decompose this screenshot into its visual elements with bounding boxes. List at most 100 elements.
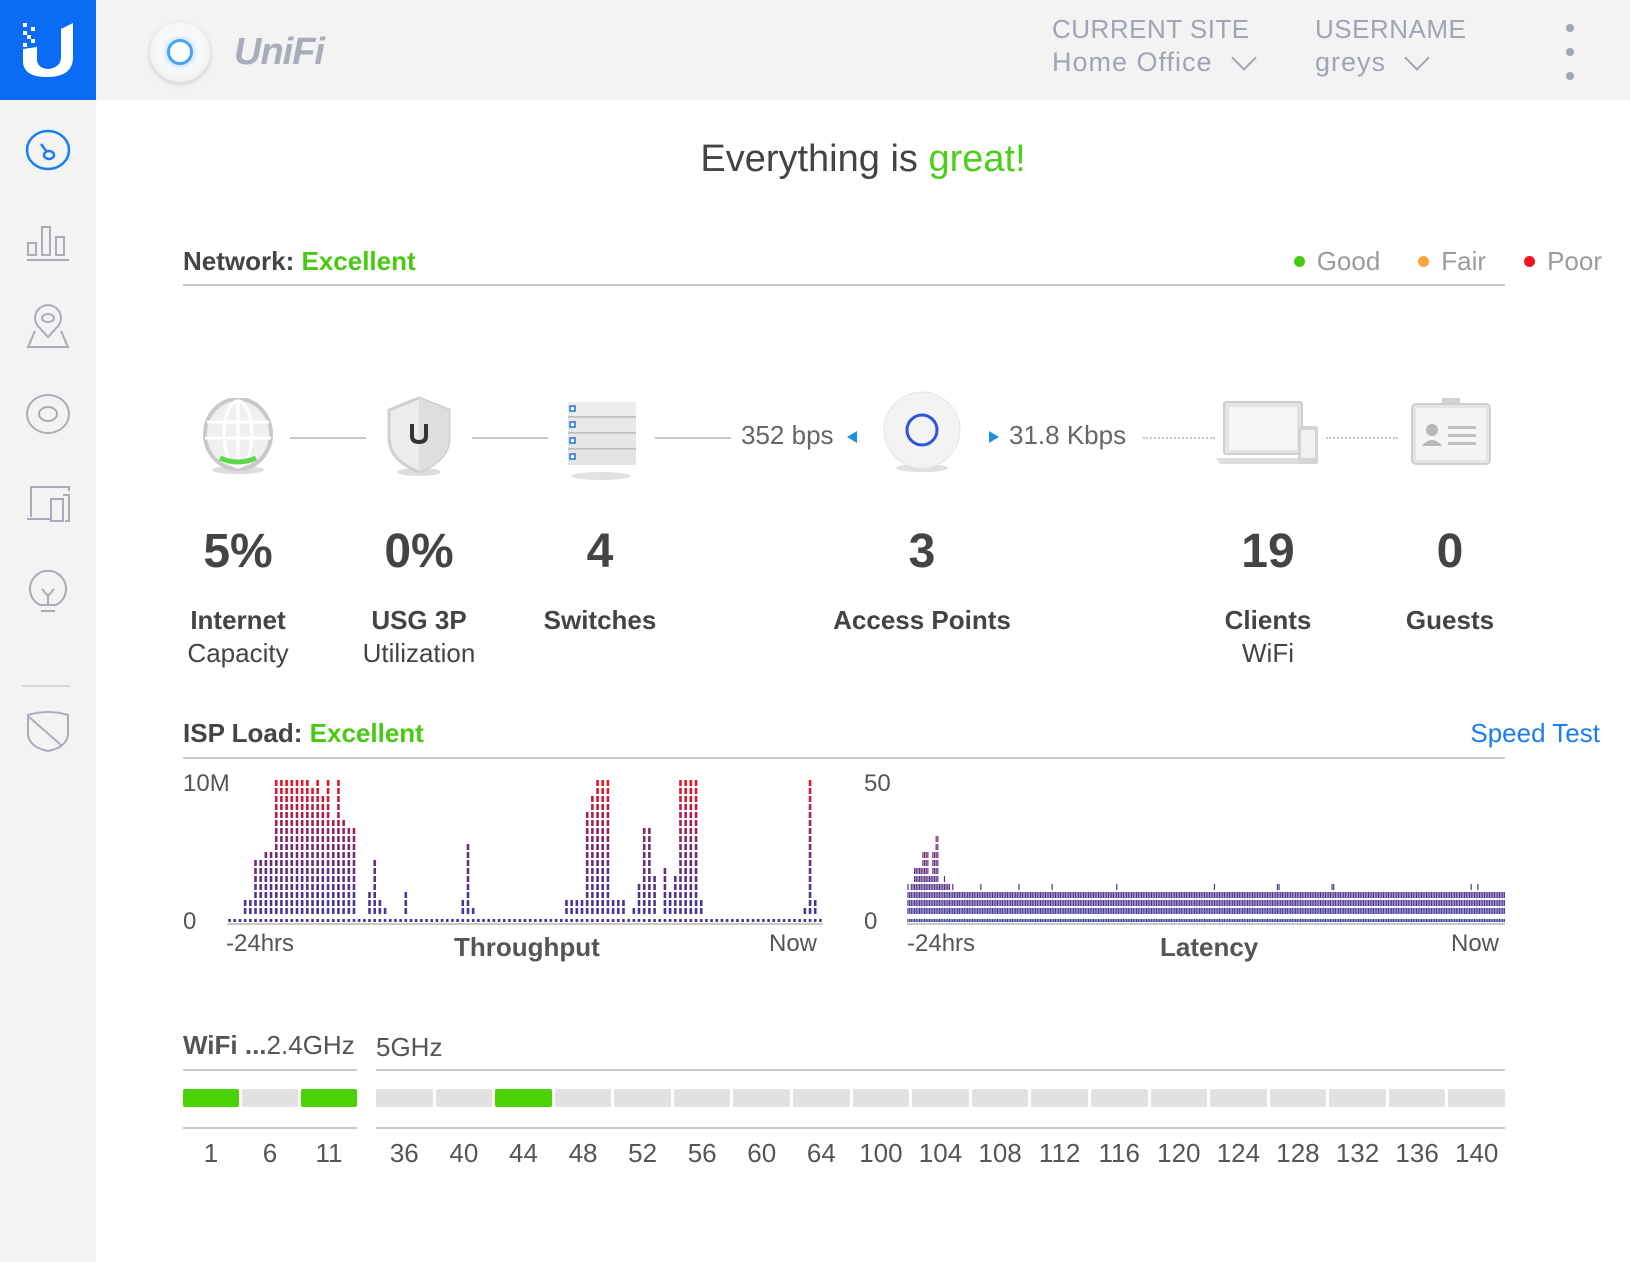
chart-bar-segment — [321, 919, 325, 922]
sidebar-item-dashboard[interactable] — [18, 120, 78, 180]
sidebar-item-insights[interactable] — [18, 562, 78, 622]
chart-bar-segment — [1190, 900, 1192, 906]
latency-chart[interactable] — [907, 772, 1505, 926]
ghz5-channel-140[interactable] — [1448, 1089, 1505, 1107]
wifi-clients-icon[interactable] — [1216, 400, 1320, 472]
stat-guests[interactable]: 0 Guests — [1360, 524, 1540, 636]
chart-bar-segment — [1071, 892, 1073, 898]
chart-bar-segment — [1104, 892, 1106, 898]
ghz5-channel-52[interactable] — [614, 1089, 671, 1107]
chart-bar-segment — [679, 900, 682, 906]
chart-bar-segment — [1071, 908, 1073, 914]
access-point-device-icon[interactable] — [882, 390, 962, 472]
ghz24-channel-1[interactable] — [183, 1089, 239, 1107]
chart-bar-segment — [1109, 908, 1111, 914]
chart-bar-segment — [311, 860, 314, 866]
isp-label: ISP Load: — [183, 718, 303, 748]
ghz5-channel-120[interactable] — [1150, 1089, 1208, 1107]
ghz5-channel-108[interactable] — [971, 1089, 1029, 1107]
chart-bar-segment — [1154, 908, 1156, 914]
chart-bar-segment — [1396, 908, 1398, 914]
chart-bar — [1396, 892, 1398, 922]
ubiquiti-logo[interactable] — [0, 0, 96, 100]
chart-bar-segment — [1449, 892, 1451, 898]
ghz5-channel-128[interactable] — [1269, 1089, 1327, 1107]
chart-bar — [1374, 892, 1376, 922]
more-menu-button[interactable] — [1560, 24, 1580, 80]
chart-bar-segment — [689, 788, 693, 794]
chart-bar-segment — [1208, 908, 1211, 914]
ghz5-channel-112[interactable] — [1031, 1089, 1088, 1107]
chart-bar-segment — [342, 820, 345, 826]
stat-gateway-utilization[interactable]: 0% USG 3P Utilization — [329, 524, 509, 670]
chart-bar-segment — [352, 908, 356, 914]
ghz5-channel-40[interactable] — [435, 1089, 493, 1107]
ghz5-channel-104[interactable] — [912, 1089, 969, 1107]
chart-bar — [1495, 892, 1497, 922]
ghz5-channel-100[interactable] — [852, 1089, 910, 1107]
chart-bar-segment — [316, 860, 319, 866]
site-selector[interactable]: CURRENT SITE Home Office — [1052, 14, 1257, 78]
chart-bar-segment — [1440, 908, 1443, 914]
user-selector[interactable]: USERNAME greys — [1315, 14, 1466, 78]
chart-bar-segment — [285, 860, 288, 866]
chart-bar-segment — [1132, 900, 1134, 906]
chart-bar-segment — [689, 868, 693, 874]
chart-bar-segment — [1260, 900, 1262, 906]
chart-bar-segment — [331, 900, 335, 906]
chart-bar-segment — [1165, 892, 1168, 898]
ghz5-channel-60[interactable] — [733, 1089, 791, 1107]
ghz5-channel-136[interactable] — [1388, 1089, 1446, 1107]
chart-bar-segment — [1260, 908, 1262, 914]
chart-bar-segment — [1331, 892, 1333, 898]
ghz5-channel-64[interactable] — [793, 1089, 850, 1107]
sidebar-item-alerts[interactable] — [18, 700, 78, 760]
chart-bar-segment — [668, 892, 672, 898]
guest-badge-icon[interactable] — [1410, 398, 1492, 470]
stat-access-points[interactable]: 3 Access Points — [832, 524, 1012, 636]
chart-bar-segment — [1304, 908, 1307, 914]
chart-bar-segment — [1379, 908, 1381, 914]
chart-bar-segment — [1278, 900, 1280, 906]
chart-bar-segment — [663, 884, 667, 890]
ghz5-channel-44[interactable] — [495, 1089, 552, 1107]
sidebar-item-map[interactable] — [18, 296, 78, 356]
chart-bar-segment — [943, 884, 946, 890]
chart-bar-segment — [1336, 908, 1338, 914]
ghz5-channel-124[interactable] — [1210, 1089, 1267, 1107]
internet-globe-icon[interactable] — [202, 398, 274, 474]
chart-bar-segment — [1362, 908, 1365, 914]
sidebar-item-statistics[interactable] — [18, 208, 78, 268]
throughput-chart[interactable] — [227, 772, 823, 926]
chart-bar-segment — [1174, 892, 1176, 898]
chart-bar-segment — [1288, 900, 1290, 906]
chart-bar-segment — [1339, 908, 1341, 914]
chart-bar-segment — [689, 852, 693, 858]
ghz5-channel-48[interactable] — [554, 1089, 612, 1107]
sidebar-item-devices[interactable] — [18, 384, 78, 444]
chart-bar-segment — [945, 892, 947, 898]
chart-bar-segment — [653, 900, 656, 906]
ghz24-channel-11[interactable] — [301, 1089, 357, 1107]
ghz5-channel-36[interactable] — [376, 1089, 433, 1107]
chart-bar-segment — [1281, 908, 1283, 914]
stat-clients[interactable]: 19 Clients WiFi — [1178, 524, 1358, 670]
chart-bar-segment — [938, 884, 941, 890]
ghz5-channel-56[interactable] — [673, 1089, 731, 1107]
chart-bar-segment — [1333, 892, 1335, 898]
stat-switches[interactable]: 4 Switches — [510, 524, 690, 636]
chart-bar-segment — [909, 919, 911, 922]
speed-test-link[interactable]: Speed Test — [1470, 718, 1600, 749]
sidebar-item-clients[interactable] — [18, 474, 78, 534]
gateway-shield-icon[interactable] — [386, 394, 452, 476]
stat-internet-capacity[interactable]: 5% Internet Capacity — [148, 524, 328, 670]
chart-bar-segment — [995, 919, 997, 922]
chart-bar-segment — [981, 900, 984, 906]
ghz5-channel-116[interactable] — [1090, 1089, 1148, 1107]
ghz24-channel-6[interactable] — [242, 1089, 298, 1107]
chart-bar-segment — [1473, 900, 1476, 906]
chart-bar-segment — [1503, 919, 1505, 922]
ghz5-channel-132[interactable] — [1329, 1089, 1386, 1107]
switch-stack-icon[interactable] — [564, 400, 638, 480]
chart-bar-segment — [1227, 900, 1229, 906]
